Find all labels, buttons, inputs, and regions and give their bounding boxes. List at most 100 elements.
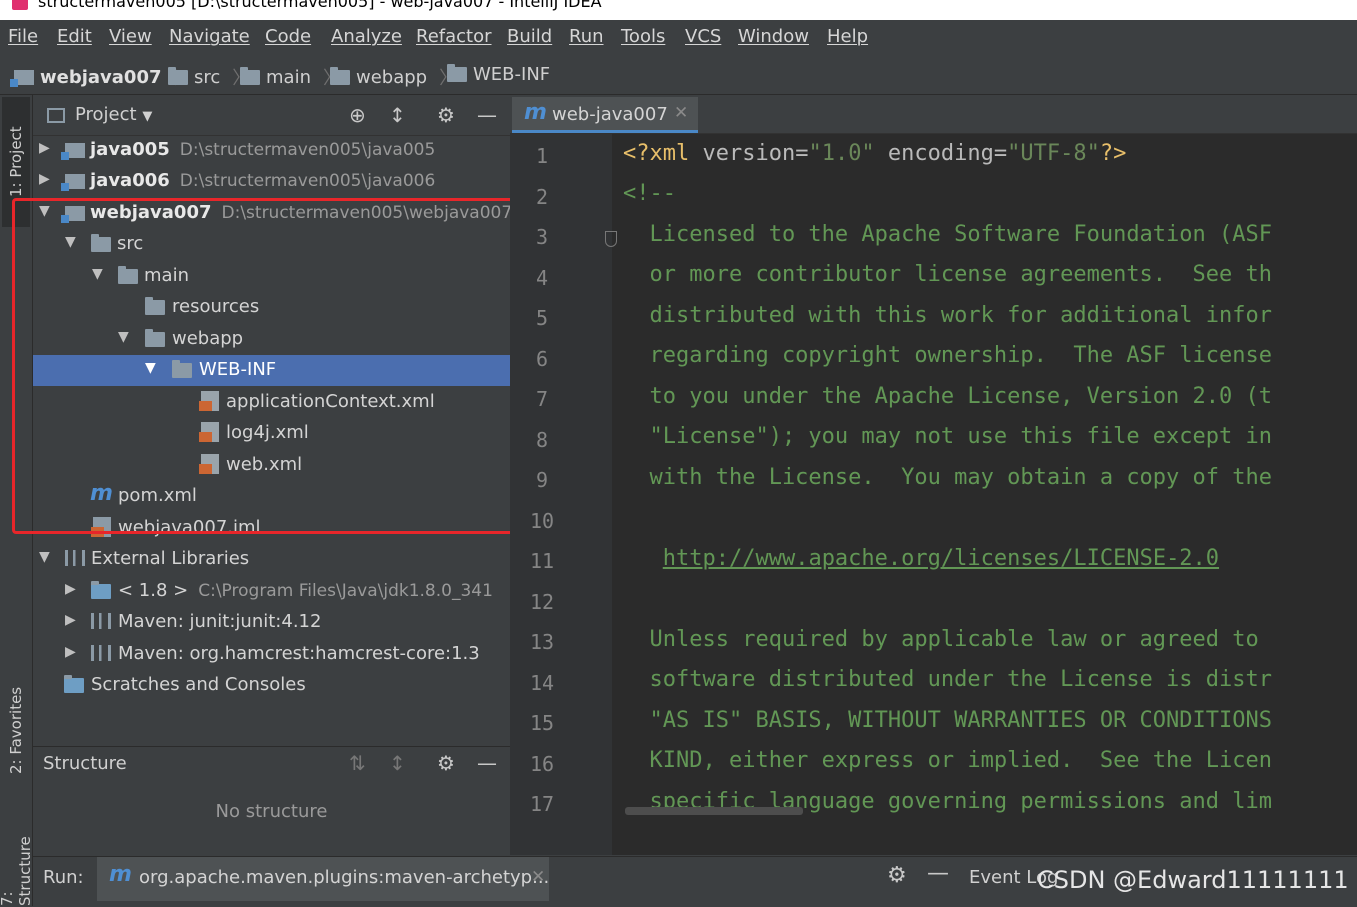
tool-tab-structure[interactable]: 7: Structure bbox=[0, 820, 34, 906]
code-line-6: regarding copyright ownership. The ASF l… bbox=[623, 343, 1273, 368]
tree-item-junit[interactable]: ▶ Maven: junit:junit:4.12 bbox=[33, 607, 510, 638]
library-icon bbox=[91, 645, 111, 661]
line-number: 3 bbox=[535, 225, 549, 249]
menu-code[interactable]: Code bbox=[265, 26, 311, 47]
gear-icon[interactable]: ⚙ bbox=[437, 103, 455, 127]
tree-item-external-libraries[interactable]: ▼ External Libraries bbox=[33, 544, 510, 575]
code-line-13: Unless required by applicable law or agr… bbox=[623, 627, 1259, 652]
expand-arrow-icon[interactable]: ▶ bbox=[39, 140, 50, 156]
dropdown-arrow-icon: ▼ bbox=[142, 109, 153, 124]
editor-tab-label: web-java007 bbox=[552, 104, 668, 125]
line-number: 13 bbox=[529, 630, 555, 654]
gear-icon[interactable]: ⚙ bbox=[437, 751, 455, 775]
code-line-3: Licensed to the Apache Software Foundati… bbox=[623, 222, 1273, 247]
folder-icon bbox=[330, 66, 350, 85]
collapse-all-icon[interactable]: ↕ bbox=[389, 751, 406, 775]
gear-icon[interactable]: ⚙ bbox=[887, 863, 907, 888]
code-line-2: <!-- bbox=[623, 181, 676, 206]
line-number: 9 bbox=[535, 468, 549, 492]
menu-vcs[interactable]: VCS bbox=[685, 26, 721, 47]
tree-item-jdk[interactable]: ▶ < 1.8 > C:\Program Files\Java\jdk1.8.0_… bbox=[33, 576, 510, 607]
structure-panel-title: Structure bbox=[43, 753, 127, 774]
line-number: 5 bbox=[535, 306, 549, 330]
code-line-7: to you under the Apache License, Version… bbox=[623, 384, 1273, 409]
line-number-gutter: 1 2 3 4 5 6 7 8 9 10 11 12 13 14 15 16 1… bbox=[510, 134, 617, 855]
expand-arrow-icon[interactable]: ▶ bbox=[39, 171, 50, 187]
tree-item-label: Maven: junit:junit:4.12 bbox=[118, 611, 322, 632]
tree-item-path: D:\structermaven005\java006 bbox=[179, 171, 436, 191]
tool-tab-favorites[interactable]: 2: Favorites bbox=[2, 665, 30, 795]
expand-arrow-icon[interactable]: ▶ bbox=[65, 612, 76, 628]
locate-target-icon[interactable]: ⊕ bbox=[349, 103, 366, 127]
menu-bar: File Edit View Navigate Code Analyze Ref… bbox=[0, 20, 1357, 54]
collapse-all-icon[interactable]: ↕ bbox=[389, 103, 406, 127]
breadcrumb-webjava007[interactable]: webjava007 bbox=[40, 67, 162, 88]
tree-item-label: java006 bbox=[90, 170, 170, 191]
window-title: structermaven005 [D:\structermaven005] -… bbox=[38, 0, 602, 11]
menu-file[interactable]: File bbox=[8, 26, 38, 47]
maven-file-icon: m bbox=[109, 862, 132, 887]
fold-marker-icon[interactable] bbox=[605, 231, 617, 247]
expand-arrow-icon[interactable]: ▶ bbox=[65, 644, 76, 660]
menu-edit[interactable]: Edit bbox=[57, 26, 92, 47]
menu-navigate[interactable]: Navigate bbox=[169, 26, 250, 47]
editor-tab-web-java007[interactable]: m web-java007 ✕ bbox=[512, 97, 698, 133]
line-number: 1 bbox=[535, 144, 549, 168]
breadcrumb-webapp[interactable]: webapp bbox=[356, 67, 427, 88]
expand-all-icon[interactable]: ⇅ bbox=[349, 751, 366, 775]
close-icon[interactable]: ✕ bbox=[674, 103, 688, 123]
breadcrumb-src[interactable]: src bbox=[194, 67, 220, 88]
tree-item-label: java005 bbox=[90, 139, 170, 160]
maven-file-icon: m bbox=[524, 100, 547, 125]
menu-view[interactable]: View bbox=[109, 26, 152, 47]
line-number: 6 bbox=[535, 347, 549, 371]
tree-item-label: External Libraries bbox=[91, 548, 250, 569]
hide-panel-icon[interactable]: — bbox=[477, 751, 497, 775]
line-number: 11 bbox=[529, 549, 555, 573]
tree-item-java006[interactable]: ▶ java006 D:\structermaven005\java006 bbox=[33, 166, 510, 197]
line-number: 17 bbox=[529, 792, 555, 816]
tree-item-label: Maven: org.hamcrest:hamcrest-core:1.3 bbox=[118, 643, 480, 664]
menu-analyze[interactable]: Analyze bbox=[331, 26, 402, 47]
xml-attr-value: "UTF-8" bbox=[1007, 141, 1100, 166]
module-folder-icon bbox=[10, 69, 34, 87]
library-icon bbox=[91, 613, 111, 629]
menu-help[interactable]: Help bbox=[827, 26, 868, 47]
tree-item-scratches[interactable]: Scratches and Consoles bbox=[33, 670, 510, 701]
xml-decl-open: <?xml bbox=[623, 141, 703, 166]
code-text-area[interactable]: <?xml version="1.0" encoding="UTF-8"?> <… bbox=[623, 134, 1357, 855]
license-link[interactable]: http://www.apache.org/licenses/LICENSE-2… bbox=[663, 546, 1219, 571]
menu-tools[interactable]: Tools bbox=[621, 26, 665, 47]
highlight-annotation-box bbox=[12, 198, 527, 534]
folder-icon bbox=[168, 66, 188, 85]
breadcrumb-main[interactable]: main bbox=[266, 67, 311, 88]
project-view-icon bbox=[47, 108, 65, 123]
tree-item-path: C:\Program Files\Java\jdk1.8.0_341 bbox=[198, 581, 493, 601]
structure-panel: Structure ⇅ ↕ ⚙ — No structure bbox=[33, 746, 510, 855]
code-line-11: http://www.apache.org/licenses/LICENSE-2… bbox=[623, 546, 1219, 571]
line-number: 12 bbox=[529, 590, 555, 614]
menu-build[interactable]: Build bbox=[507, 26, 552, 47]
intellij-app-icon bbox=[12, 0, 28, 10]
menu-run[interactable]: Run bbox=[569, 26, 604, 47]
code-line-1: <?xml version="1.0" encoding="UTF-8"?> bbox=[623, 141, 1127, 166]
hide-panel-icon[interactable]: — bbox=[927, 861, 949, 886]
horizontal-scrollbar[interactable] bbox=[625, 807, 803, 815]
close-icon[interactable]: ✕ bbox=[531, 867, 545, 887]
code-line-5: distributed with this work for additiona… bbox=[623, 303, 1273, 328]
project-panel-title: Project bbox=[75, 104, 137, 125]
breadcrumb-web-inf[interactable]: WEB-INF bbox=[473, 64, 550, 85]
code-line-16: KIND, either express or implied. See the… bbox=[623, 748, 1273, 773]
project-panel-header: Project ▼ ⊕ ↕ ⚙ — bbox=[33, 97, 510, 136]
hide-panel-icon[interactable]: — bbox=[477, 103, 497, 127]
tree-item-java005[interactable]: ▶ java005 D:\structermaven005\java005 bbox=[33, 135, 510, 166]
menu-refactor[interactable]: Refactor bbox=[416, 26, 492, 47]
menu-window[interactable]: Window bbox=[738, 26, 809, 47]
no-structure-message: No structure bbox=[215, 801, 328, 822]
project-view-selector[interactable]: Project ▼ bbox=[75, 104, 152, 125]
expand-arrow-icon[interactable]: ▶ bbox=[65, 581, 76, 597]
run-tab-maven-archetype[interactable]: m org.apache.maven.plugins:maven-archety… bbox=[97, 857, 549, 901]
collapse-arrow-icon[interactable]: ▼ bbox=[39, 549, 50, 565]
tree-item-hamcrest[interactable]: ▶ Maven: org.hamcrest:hamcrest-core:1.3 bbox=[33, 639, 510, 670]
code-line-9: with the License. You may obtain a copy … bbox=[623, 465, 1273, 490]
